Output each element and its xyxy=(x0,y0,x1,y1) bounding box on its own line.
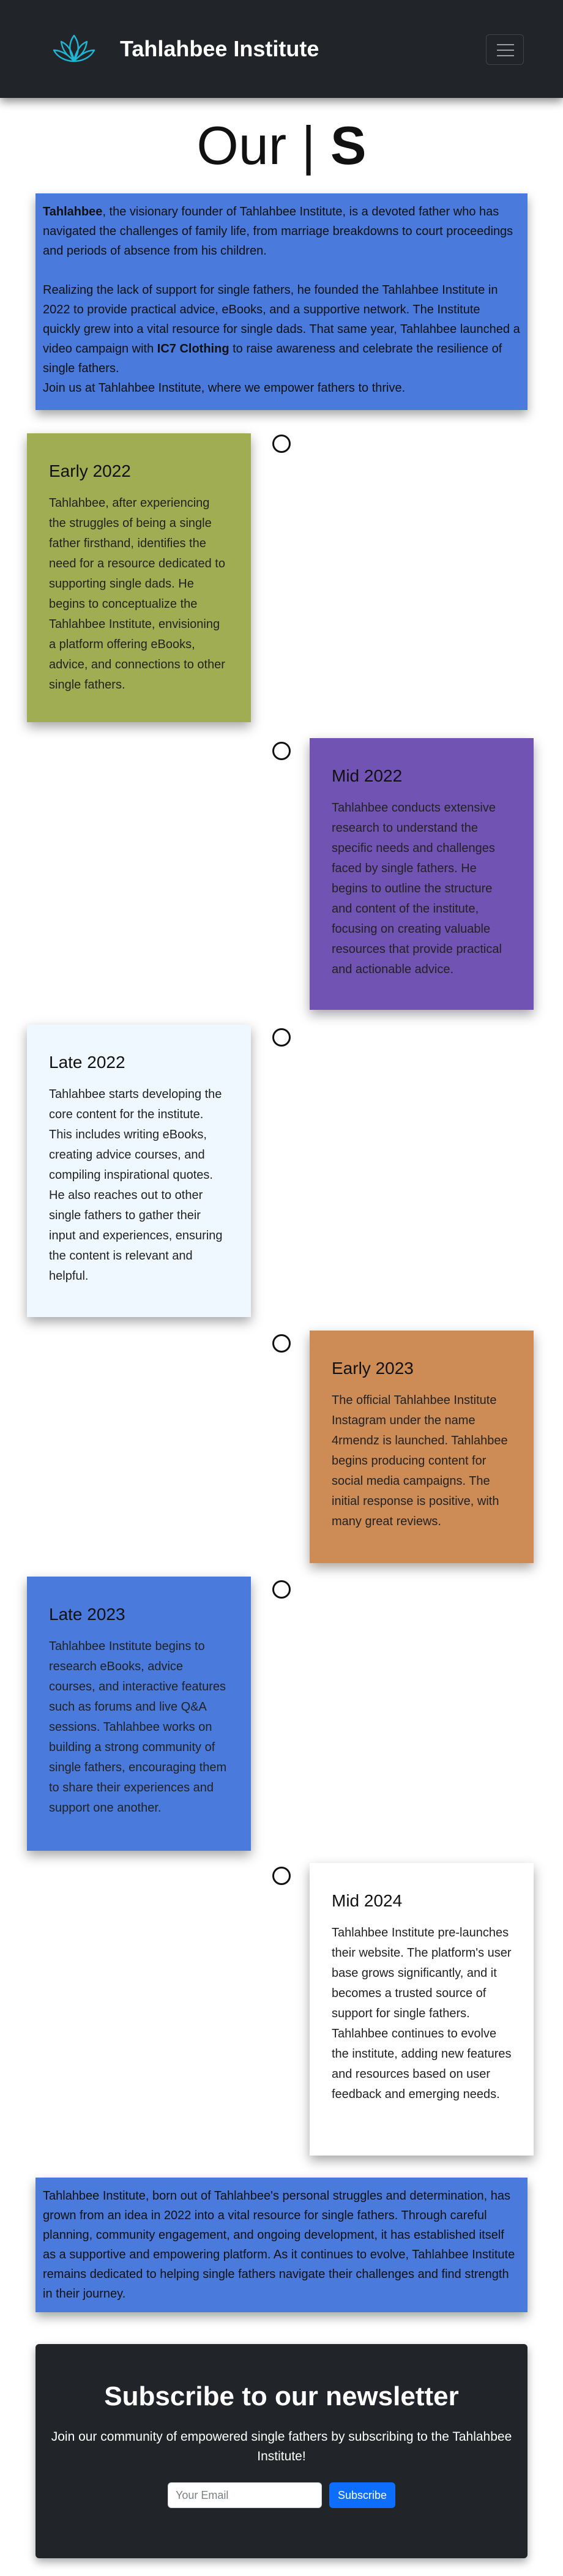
timeline-card-mid-2022: Mid 2022 Tahlahbee conducts extensive re… xyxy=(310,738,534,1010)
timeline-card-title: Mid 2022 xyxy=(332,766,403,785)
timeline-card-title: Early 2022 xyxy=(49,461,131,480)
newsletter-heading: Subscribe to our newsletter xyxy=(104,2381,459,2411)
timeline-line xyxy=(281,441,282,1848)
intro-paragraph-1: Tahlahbee, the visionary founder of Tahl… xyxy=(43,202,520,261)
timeline-dot xyxy=(272,1867,291,1885)
outro-section: Tahlahbee Institute, born out of Tahlahb… xyxy=(35,2178,528,2312)
timeline-card-title: Late 2023 xyxy=(49,1605,125,1624)
timeline-card-early-2022: Early 2022 Tahlahbee, after experiencing… xyxy=(27,433,251,722)
intro-brand-name: IC7 Clothing xyxy=(157,342,229,356)
timeline-card-text: Tahlahbee, after experiencing the strugg… xyxy=(49,496,225,692)
subscribe-button[interactable]: Subscribe xyxy=(329,2482,396,2508)
timeline-card-mid-2024: Mid 2024 Tahlahbee Institute pre-launche… xyxy=(310,1863,534,2156)
timeline-card-text: Tahlahbee Institute begins to research e… xyxy=(49,1640,227,1815)
intro-paragraph-2: Realizing the lack of support for single… xyxy=(43,280,520,378)
intro-founder-name: Tahlahbee xyxy=(43,205,103,218)
timeline-card-late-2023: Late 2023 Tahlahbee Institute begins to … xyxy=(27,1577,251,1851)
page-title: Our | S xyxy=(0,115,563,176)
intro-section: Tahlahbee, the visionary founder of Tahl… xyxy=(35,193,528,410)
hamburger-menu-icon[interactable] xyxy=(486,34,524,65)
nav-brand[interactable]: Tahlahbee Institute xyxy=(120,34,319,64)
newsletter-text: Join our community of empowered single f… xyxy=(51,2430,512,2463)
timeline-card-title: Early 2023 xyxy=(332,1359,414,1378)
timeline-dot xyxy=(272,1028,291,1047)
timeline-dot xyxy=(272,1580,291,1599)
navbar: Tahlahbee Institute xyxy=(0,0,563,98)
timeline-card-title: Mid 2024 xyxy=(332,1891,403,1910)
timeline-card-text: The official Tahlahbee Institute Instagr… xyxy=(332,1394,508,1528)
page-title-part1: Our | xyxy=(196,115,330,176)
timeline-card-text: Tahlahbee conducts extensive research to… xyxy=(332,801,502,976)
lotus-icon[interactable] xyxy=(51,32,97,66)
timeline-card-title: Late 2022 xyxy=(49,1053,125,1072)
timeline-dot xyxy=(272,1334,291,1353)
timeline-card-early-2023: Early 2023 The official Tahlahbee Instit… xyxy=(310,1331,534,1563)
timeline-card-late-2022: Late 2022 Tahlahbee starts developing th… xyxy=(27,1025,251,1317)
timeline-dot xyxy=(272,742,291,760)
newsletter-form: Subscribe xyxy=(35,2482,528,2508)
timeline-card-text: Tahlahbee starts developing the core con… xyxy=(49,1088,223,1283)
newsletter-section: Subscribe to our newsletter Join our com… xyxy=(35,2344,528,2558)
email-input[interactable] xyxy=(167,2482,322,2508)
intro-paragraph-1-text: , the visionary founder of Tahlahbee Ins… xyxy=(43,205,513,258)
timeline-dot xyxy=(272,435,291,453)
page-title-part2: S xyxy=(330,115,367,176)
intro-paragraph-3: Join us at Tahlahbee Institute, where we… xyxy=(43,381,406,395)
timeline-card-text: Tahlahbee Institute pre-launches their w… xyxy=(332,1926,512,2101)
